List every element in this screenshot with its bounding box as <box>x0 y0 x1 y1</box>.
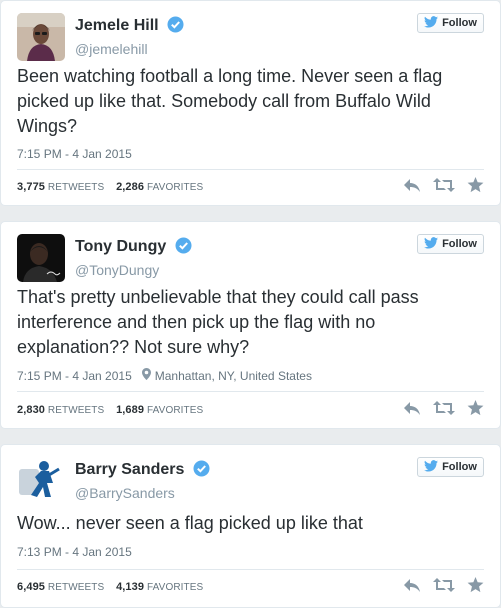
retweet-count[interactable]: 3,775 <box>17 181 45 193</box>
user-handle[interactable]: @jemelehill <box>75 41 184 57</box>
timestamp[interactable]: 7:15 PM - 4 Jan 2015 <box>17 369 132 383</box>
tweet-meta: 7:15 PM - 4 Jan 2015 Manhattan, NY, Unit… <box>17 368 312 383</box>
retweets-label: RETWEETS <box>47 405 105 416</box>
reply-icon[interactable] <box>403 577 421 598</box>
timestamp[interactable]: 7:15 PM - 4 Jan 2015 <box>17 147 132 161</box>
tweet-stats: 6,495 RETWEETS 4,139 FAVORITES <box>17 581 203 593</box>
display-name[interactable]: Tony Dungy <box>75 238 166 256</box>
follow-button[interactable]: Follow <box>417 457 484 477</box>
display-name[interactable]: Jemele Hill <box>75 17 159 35</box>
user-names: Jemele Hill @jemelehill <box>75 16 184 57</box>
retweet-icon[interactable] <box>433 177 455 198</box>
tweet-actions <box>403 177 484 198</box>
follow-label: Follow <box>442 17 477 29</box>
follow-label: Follow <box>442 461 477 473</box>
user-handle[interactable]: @BarrySanders <box>75 485 210 501</box>
favorite-count[interactable]: 4,139 <box>116 581 144 593</box>
divider <box>17 391 484 392</box>
twitter-bird-icon <box>424 459 439 475</box>
follow-button[interactable]: Follow <box>417 234 484 254</box>
timestamp[interactable]: 7:13 PM - 4 Jan 2015 <box>17 545 132 559</box>
retweets-label: RETWEETS <box>47 182 105 193</box>
tweet-actions <box>403 400 484 421</box>
tweet-actions <box>403 577 484 598</box>
favorite-icon[interactable] <box>467 577 484 598</box>
favorite-count[interactable]: 1,689 <box>116 404 144 416</box>
avatar[interactable] <box>17 234 65 282</box>
tweet-text: Been watching football a long time. Neve… <box>17 66 443 136</box>
tweet-header: Tony Dungy @TonyDungy Follow <box>17 234 484 284</box>
avatar[interactable] <box>17 13 65 61</box>
verified-badge-icon <box>175 237 192 259</box>
divider <box>17 169 484 170</box>
tweet-meta: 7:13 PM - 4 Jan 2015 <box>17 545 132 559</box>
user-handle[interactable]: @TonyDungy <box>75 262 192 278</box>
user-names: Tony Dungy @TonyDungy <box>75 237 192 278</box>
favorites-label: FAVORITES <box>146 182 204 193</box>
tweet-card: Barry Sanders @BarrySanders Follow Wow..… <box>0 444 501 608</box>
retweets-label: RETWEETS <box>47 582 105 593</box>
tweet-meta: 7:15 PM - 4 Jan 2015 <box>17 147 132 161</box>
verified-badge-icon <box>193 460 210 482</box>
tweet-header: Jemele Hill @jemelehill Follow <box>17 13 484 63</box>
location-pin-icon <box>141 368 151 383</box>
favorites-label: FAVORITES <box>146 405 204 416</box>
tweet-text: That's pretty unbelievable that they cou… <box>17 287 419 357</box>
reply-icon[interactable] <box>403 177 421 198</box>
twitter-bird-icon <box>424 236 439 252</box>
tweet-stats: 2,830 RETWEETS 1,689 FAVORITES <box>17 404 203 416</box>
tweet-card: Tony Dungy @TonyDungy Follow That's pret… <box>0 221 501 429</box>
verified-badge-icon <box>167 16 184 38</box>
retweet-count[interactable]: 2,830 <box>17 404 45 416</box>
display-name[interactable]: Barry Sanders <box>75 461 184 479</box>
divider <box>17 569 484 570</box>
tweet-card: Jemele Hill @jemelehill Follow Been watc… <box>0 0 501 206</box>
tweet-text: Wow... never seen a flag picked up like … <box>17 513 363 533</box>
retweet-count[interactable]: 6,495 <box>17 581 45 593</box>
twitter-bird-icon <box>424 15 439 31</box>
location-link[interactable]: Manhattan, NY, United States <box>155 369 312 383</box>
avatar[interactable] <box>17 457 65 505</box>
reply-icon[interactable] <box>403 400 421 421</box>
tweet-header: Barry Sanders @BarrySanders Follow <box>17 457 484 507</box>
favorite-icon[interactable] <box>467 177 484 198</box>
favorite-count[interactable]: 2,286 <box>116 181 144 193</box>
tweet-stats: 3,775 RETWEETS 2,286 FAVORITES <box>17 181 203 193</box>
user-names: Barry Sanders @BarrySanders <box>75 460 210 501</box>
follow-label: Follow <box>442 238 477 250</box>
follow-button[interactable]: Follow <box>417 13 484 33</box>
favorites-label: FAVORITES <box>146 582 204 593</box>
retweet-icon[interactable] <box>433 400 455 421</box>
favorite-icon[interactable] <box>467 400 484 421</box>
retweet-icon[interactable] <box>433 577 455 598</box>
